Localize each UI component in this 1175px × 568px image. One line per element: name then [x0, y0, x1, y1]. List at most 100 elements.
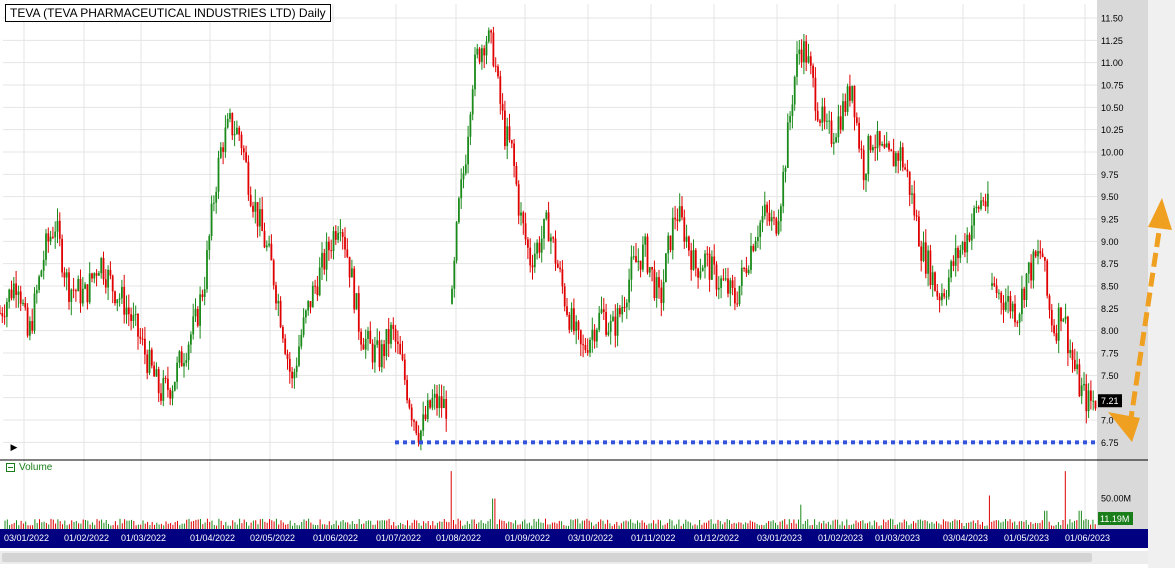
candle-body	[736, 303, 739, 305]
candle-body	[164, 377, 167, 379]
candle-body	[625, 302, 628, 308]
candle-body	[860, 148, 863, 151]
candle-body	[556, 263, 559, 268]
candle-body	[568, 314, 571, 330]
candle-body	[552, 237, 555, 239]
candle-body	[394, 328, 397, 342]
candle-body	[1025, 273, 1028, 300]
candle-body	[247, 161, 250, 195]
candle-body	[293, 371, 296, 379]
candle-body	[77, 278, 80, 292]
candle-body	[406, 379, 408, 401]
candle-body	[908, 171, 911, 195]
candle-body	[812, 65, 814, 78]
candle-body	[644, 236, 647, 245]
candle-body	[901, 147, 904, 168]
candle-body	[846, 86, 849, 112]
candle-body	[162, 377, 165, 401]
candle-body	[451, 288, 453, 304]
candle-body	[81, 288, 84, 304]
candle-body	[954, 247, 957, 266]
candle-body	[701, 267, 704, 272]
candle-body	[316, 286, 319, 296]
candle-body	[1090, 390, 1092, 401]
candle-body	[858, 122, 860, 149]
candle-body	[816, 110, 819, 121]
candle-body	[1076, 364, 1078, 370]
candle-body	[924, 242, 927, 274]
candle-body	[1030, 262, 1032, 281]
candle-body	[874, 147, 877, 149]
candle-body	[458, 198, 460, 223]
date-tick-label: 01/05/2023	[1004, 533, 1049, 543]
price-tick-label: 9.00	[1101, 237, 1119, 247]
candle-body	[272, 260, 275, 286]
candle-body	[107, 269, 109, 288]
candle-body	[688, 236, 690, 251]
candle-body	[1073, 359, 1076, 370]
candle-body	[543, 218, 545, 239]
candle-body	[740, 267, 743, 286]
candle-body	[98, 273, 100, 276]
candle-body	[332, 231, 335, 252]
current-volume-label: 11.19M	[1100, 514, 1129, 524]
candle-body	[249, 194, 252, 206]
candle-body	[471, 89, 474, 115]
candle-body	[1, 313, 4, 317]
candle-body	[364, 338, 367, 350]
candle-body	[632, 256, 635, 258]
candle-body	[1092, 400, 1095, 402]
candle-body	[1027, 262, 1030, 274]
candle-body	[17, 291, 20, 295]
candle-body	[144, 338, 146, 355]
date-tick-label: 01/02/2022	[64, 533, 109, 543]
candle-body	[895, 153, 897, 167]
candle-body	[72, 289, 75, 291]
candle-body	[982, 200, 985, 202]
candle-body	[1085, 383, 1088, 412]
candle-body	[426, 400, 429, 420]
candle-body	[422, 414, 425, 431]
candle-body	[483, 48, 486, 56]
candle-body	[383, 344, 385, 357]
price-tick-label: 10.75	[1101, 81, 1124, 91]
candle-body	[513, 143, 515, 166]
candle-body	[357, 293, 360, 332]
volume-panel-label[interactable]: Volume	[6, 462, 52, 473]
candle-body	[231, 113, 234, 136]
candle-body	[104, 279, 107, 288]
candle-body	[780, 206, 782, 222]
candle-body	[1062, 319, 1065, 322]
candle-body	[178, 351, 181, 363]
candle-body	[533, 253, 536, 268]
candle-body	[1000, 292, 1003, 303]
candle-body	[341, 232, 344, 237]
candle-body	[943, 293, 946, 297]
price-tick-label: 7.50	[1101, 371, 1119, 381]
candle-body	[782, 171, 785, 207]
candle-body	[68, 272, 70, 302]
candle-body	[648, 267, 651, 273]
candle-body	[596, 329, 598, 342]
candle-body	[171, 390, 174, 399]
candle-body	[252, 205, 254, 212]
candle-body	[263, 230, 266, 248]
candle-body	[22, 302, 24, 304]
candle-body	[690, 250, 693, 270]
candle-body	[49, 236, 52, 242]
candle-body	[508, 126, 511, 141]
candle-body	[70, 289, 73, 302]
collapse-icon[interactable]	[6, 463, 15, 472]
play-arrow-icon[interactable]: ▶	[7, 440, 21, 454]
date-tick-label: 01/08/2022	[436, 533, 481, 543]
candle-body	[809, 56, 812, 66]
candle-body	[1041, 253, 1044, 258]
candle-body	[462, 173, 465, 180]
candle-body	[722, 278, 725, 280]
candle-body	[328, 241, 330, 251]
candle-body	[869, 136, 872, 151]
candle-body	[399, 343, 402, 355]
candle-body	[100, 258, 103, 274]
candle-body	[803, 41, 805, 63]
candle-body	[899, 147, 902, 161]
